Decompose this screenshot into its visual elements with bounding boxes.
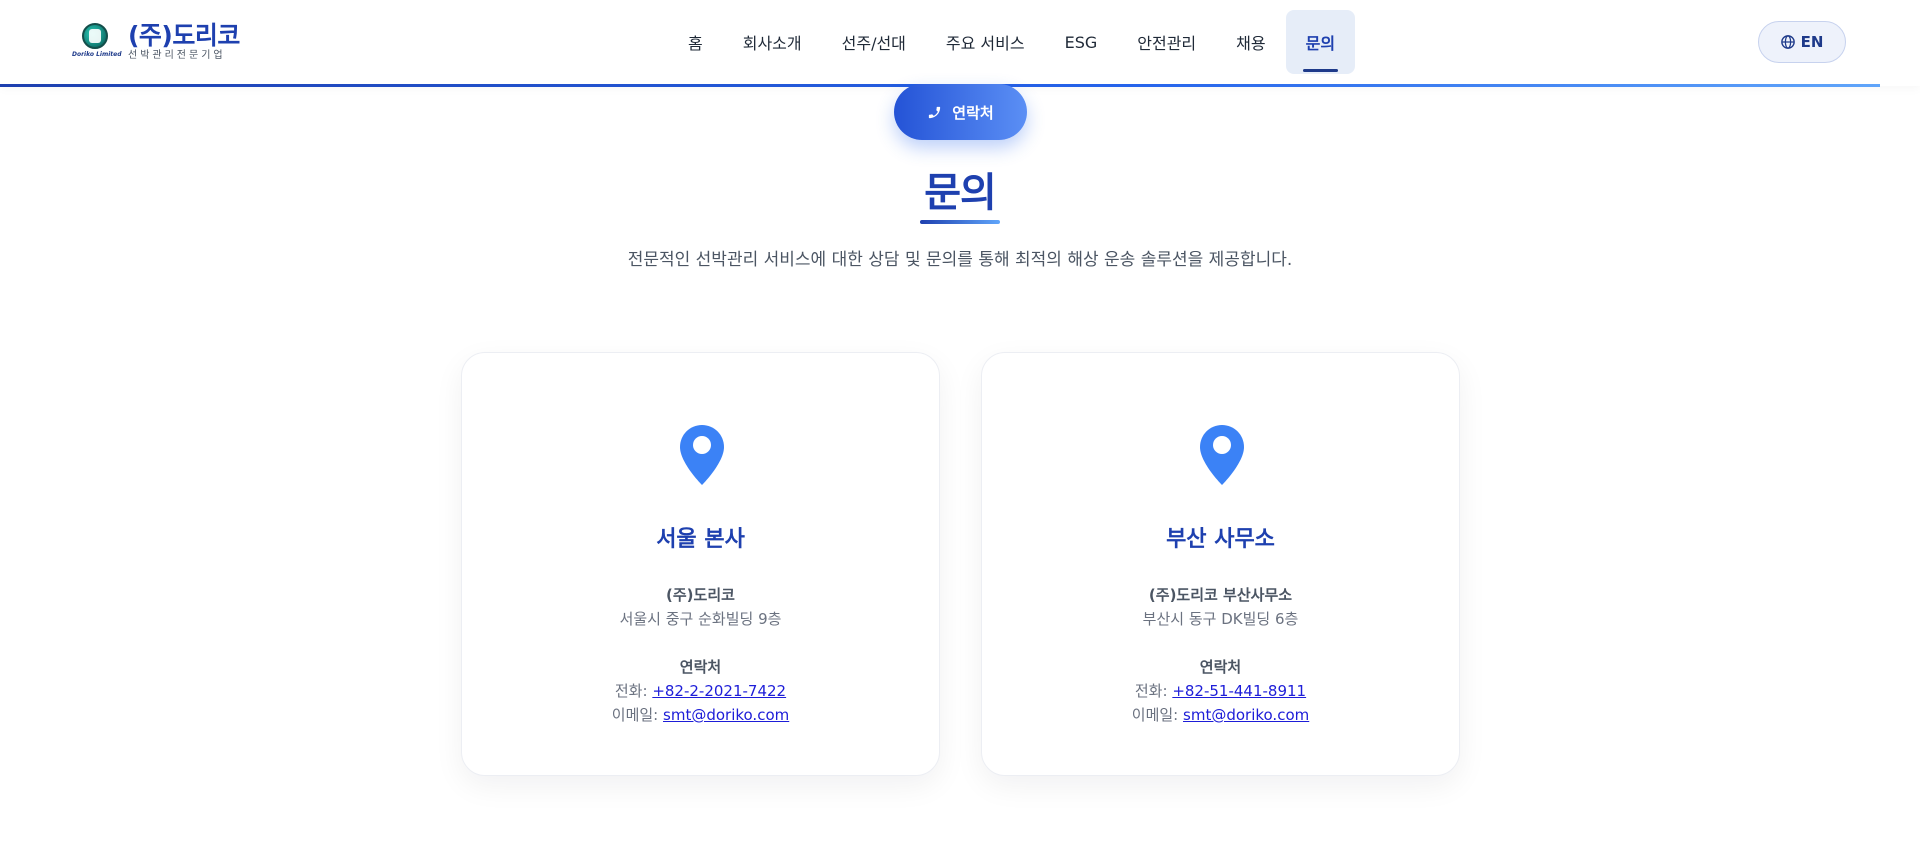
nav-item-safety[interactable]: 안전관리 <box>1117 10 1216 74</box>
logo-caption: Doriko Limited <box>72 51 122 58</box>
email-link[interactable]: smt@doriko.com <box>663 706 789 724</box>
phone-line: 전화: +82-51-441-8911 <box>982 679 1459 703</box>
email-line: 이메일: smt@doriko.com <box>982 703 1459 727</box>
nav-item-careers[interactable]: 채용 <box>1216 10 1285 74</box>
language-label: EN <box>1800 33 1824 51</box>
nav-item-home[interactable]: 홈 <box>668 10 723 74</box>
office-company: (주)도리코 부산사무소 <box>1148 586 1293 604</box>
nav-item-about[interactable]: 회사소개 <box>723 10 822 74</box>
globe-icon <box>1780 35 1795 49</box>
office-details: (주)도리코 부산사무소 부산시 동구 DK빌딩 6층 연락처 전화: +82-… <box>982 583 1459 727</box>
language-toggle-button[interactable]: EN <box>1758 21 1846 63</box>
email-label: 이메일: <box>611 706 659 724</box>
site-header: Doriko Limited (주)도리코 선박관리전문기업 홈 회사소개 선주… <box>0 0 1920 87</box>
phone-icon <box>929 106 941 118</box>
phone-label: 전화: <box>1134 682 1168 700</box>
company-logo[interactable]: Doriko Limited (주)도리코 선박관리전문기업 <box>72 22 240 62</box>
nav-item-services[interactable]: 주요 서비스 <box>926 10 1045 74</box>
logo-emblem: Doriko Limited <box>72 23 122 61</box>
contact-badge-label: 연락처 <box>952 103 994 122</box>
phone-link[interactable]: +82-2-2021-7422 <box>652 682 786 700</box>
office-card-seoul: 서울 본사 (주)도리코 서울시 중구 순화빌딩 9층 연락처 전화: +82-… <box>461 352 940 776</box>
email-line: 이메일: smt@doriko.com <box>462 703 939 727</box>
contact-heading: 연락처 <box>1199 658 1242 676</box>
nav-item-esg[interactable]: ESG <box>1045 10 1118 74</box>
globe-icon <box>82 23 108 49</box>
contact-badge: 연락처 <box>894 84 1027 140</box>
location-pin-icon <box>1200 425 1244 485</box>
company-name: (주)도리코 <box>128 21 240 50</box>
email-link[interactable]: smt@doriko.com <box>1183 706 1309 724</box>
location-pin-icon <box>680 425 724 485</box>
main-nav: 홈 회사소개 선주/선대 주요 서비스 ESG 안전관리 채용 문의 <box>668 10 1356 74</box>
contact-heading: 연락처 <box>679 658 722 676</box>
office-company: (주)도리코 <box>666 586 735 604</box>
office-address: 부산시 동구 DK빌딩 6층 <box>1142 610 1299 628</box>
phone-link[interactable]: +82-51-441-8911 <box>1172 682 1306 700</box>
office-title: 서울 본사 <box>656 527 745 552</box>
title-underline <box>920 220 1000 224</box>
page-title: 문의 <box>924 170 997 216</box>
office-address: 서울시 중구 순화빌딩 9층 <box>619 610 782 628</box>
phone-label: 전화: <box>614 682 648 700</box>
company-tagline: 선박관리전문기업 <box>128 50 226 61</box>
page-subtitle: 전문적인 선박관리 서비스에 대한 상담 및 문의를 통해 최적의 해상 운송 … <box>627 250 1293 270</box>
office-card-busan: 부산 사무소 (주)도리코 부산사무소 부산시 동구 DK빌딩 6층 연락처 전… <box>981 352 1460 776</box>
nav-item-contact[interactable]: 문의 <box>1285 10 1356 74</box>
office-details: (주)도리코 서울시 중구 순화빌딩 9층 연락처 전화: +82-2-2021… <box>462 583 939 727</box>
phone-line: 전화: +82-2-2021-7422 <box>462 679 939 703</box>
office-title: 부산 사무소 <box>1166 527 1275 552</box>
logo-text: (주)도리코 선박관리전문기업 <box>128 22 240 62</box>
nav-item-owners-fleet[interactable]: 선주/선대 <box>822 10 926 74</box>
email-label: 이메일: <box>1131 706 1179 724</box>
